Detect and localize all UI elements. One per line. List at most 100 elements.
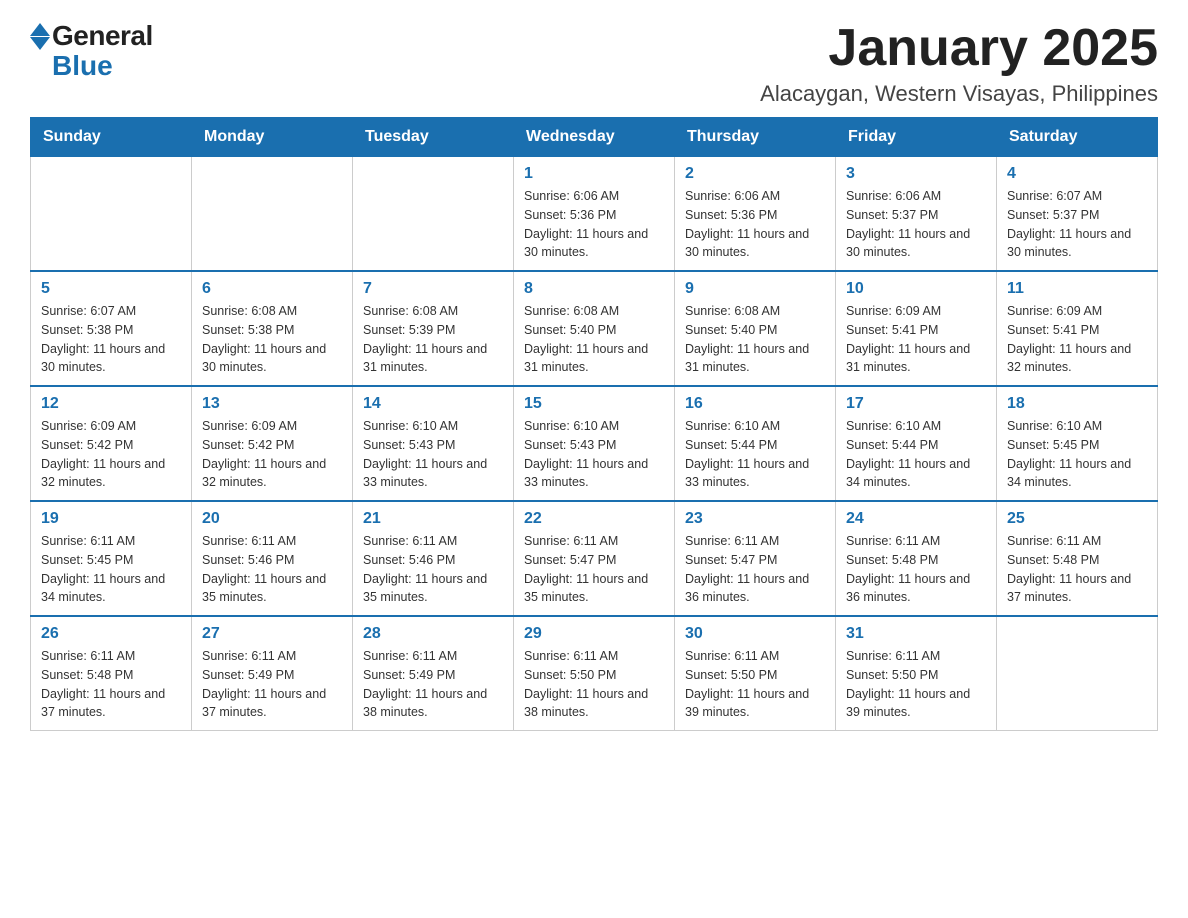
calendar-cell: 11Sunrise: 6:09 AM Sunset: 5:41 PM Dayli… — [997, 271, 1158, 386]
day-number: 19 — [41, 510, 181, 528]
day-number: 30 — [685, 625, 825, 643]
calendar-cell: 9 Sunrise: 6:08 AM Sunset: 5:40 PM Daylig… — [675, 271, 836, 386]
day-info: Sunrise: 6:08 AM Sunset: 5:38 PM Dayligh… — [202, 302, 342, 377]
calendar-cell: 24 Sunrise: 6:11 AM Sunset: 5:48 PM Dayli… — [836, 501, 997, 616]
day-number: 9 — [685, 280, 825, 298]
day-number: 3 — [846, 165, 986, 183]
calendar-cell: 13 Sunrise: 6:09 AM Sunset: 5:42 PM Dayli… — [192, 386, 353, 501]
day-number: 29 — [524, 625, 664, 643]
calendar-header-monday: Monday — [192, 118, 353, 157]
calendar-cell: 17 Sunrise: 6:10 AM Sunset: 5:44 PM Dayli… — [836, 386, 997, 501]
day-info: Sunrise: 6:08 AM Sunset: 5:40 PM Dayligh… — [685, 302, 825, 377]
day-number: 5 — [41, 280, 181, 298]
calendar-cell — [997, 616, 1158, 731]
logo-blue: Blue — [52, 50, 113, 82]
day-info: Sunrise: 6:10 AM Sunset: 5:44 PM Dayligh… — [685, 417, 825, 492]
day-info: Sunrise: 6:07 AM Sunset: 5:38 PM Dayligh… — [41, 302, 181, 377]
day-info: Sunrise: 6:11 AM Sunset: 5:48 PM Dayligh… — [846, 532, 986, 607]
calendar-week-row: 5 Sunrise: 6:07 AM Sunset: 5:38 PM Daylig… — [31, 271, 1158, 386]
logo: General Blue — [30, 20, 153, 82]
calendar-cell: 16 Sunrise: 6:10 AM Sunset: 5:44 PM Dayli… — [675, 386, 836, 501]
day-number: 6 — [202, 280, 342, 298]
day-info: Sunrise: 6:06 AM Sunset: 5:36 PM Dayligh… — [524, 187, 664, 262]
day-info: Sunrise: 6:08 AM Sunset: 5:40 PM Dayligh… — [524, 302, 664, 377]
calendar-week-row: 12Sunrise: 6:09 AM Sunset: 5:42 PM Dayli… — [31, 386, 1158, 501]
day-info: Sunrise: 6:11 AM Sunset: 5:50 PM Dayligh… — [685, 647, 825, 722]
calendar-header-friday: Friday — [836, 118, 997, 157]
day-info: Sunrise: 6:10 AM Sunset: 5:43 PM Dayligh… — [363, 417, 503, 492]
day-number: 28 — [363, 625, 503, 643]
day-info: Sunrise: 6:11 AM Sunset: 5:48 PM Dayligh… — [1007, 532, 1147, 607]
day-number: 22 — [524, 510, 664, 528]
day-number: 15 — [524, 395, 664, 413]
header: General Blue January 2025 Alacaygan, Wes… — [30, 20, 1158, 107]
day-info: Sunrise: 6:08 AM Sunset: 5:39 PM Dayligh… — [363, 302, 503, 377]
day-number: 4 — [1007, 165, 1147, 183]
day-info: Sunrise: 6:06 AM Sunset: 5:37 PM Dayligh… — [846, 187, 986, 262]
day-info: Sunrise: 6:10 AM Sunset: 5:43 PM Dayligh… — [524, 417, 664, 492]
calendar-cell: 15 Sunrise: 6:10 AM Sunset: 5:43 PM Dayli… — [514, 386, 675, 501]
calendar-cell — [353, 157, 514, 272]
day-info: Sunrise: 6:09 AM Sunset: 5:42 PM Dayligh… — [202, 417, 342, 492]
day-info: Sunrise: 6:10 AM Sunset: 5:44 PM Dayligh… — [846, 417, 986, 492]
calendar-week-row: 19Sunrise: 6:11 AM Sunset: 5:45 PM Dayli… — [31, 501, 1158, 616]
calendar-cell: 10Sunrise: 6:09 AM Sunset: 5:41 PM Dayli… — [836, 271, 997, 386]
calendar-header-saturday: Saturday — [997, 118, 1158, 157]
day-info: Sunrise: 6:09 AM Sunset: 5:42 PM Dayligh… — [41, 417, 181, 492]
calendar-cell: 26Sunrise: 6:11 AM Sunset: 5:48 PM Dayli… — [31, 616, 192, 731]
day-number: 21 — [363, 510, 503, 528]
day-number: 17 — [846, 395, 986, 413]
calendar-header-sunday: Sunday — [31, 118, 192, 157]
day-info: Sunrise: 6:11 AM Sunset: 5:50 PM Dayligh… — [524, 647, 664, 722]
calendar-cell: 7 Sunrise: 6:08 AM Sunset: 5:39 PM Daylig… — [353, 271, 514, 386]
day-number: 13 — [202, 395, 342, 413]
day-info: Sunrise: 6:11 AM Sunset: 5:49 PM Dayligh… — [363, 647, 503, 722]
calendar-cell: 20 Sunrise: 6:11 AM Sunset: 5:46 PM Dayli… — [192, 501, 353, 616]
calendar-week-row: 1Sunrise: 6:06 AM Sunset: 5:36 PM Daylig… — [31, 157, 1158, 272]
day-number: 27 — [202, 625, 342, 643]
day-info: Sunrise: 6:11 AM Sunset: 5:46 PM Dayligh… — [202, 532, 342, 607]
calendar-cell: 2 Sunrise: 6:06 AM Sunset: 5:36 PM Daylig… — [675, 157, 836, 272]
calendar-cell: 25Sunrise: 6:11 AM Sunset: 5:48 PM Dayli… — [997, 501, 1158, 616]
day-info: Sunrise: 6:11 AM Sunset: 5:47 PM Dayligh… — [685, 532, 825, 607]
calendar-cell: 28 Sunrise: 6:11 AM Sunset: 5:49 PM Dayli… — [353, 616, 514, 731]
day-number: 10 — [846, 280, 986, 298]
calendar-cell: 23 Sunrise: 6:11 AM Sunset: 5:47 PM Dayli… — [675, 501, 836, 616]
calendar-cell: 22Sunrise: 6:11 AM Sunset: 5:47 PM Dayli… — [514, 501, 675, 616]
day-info: Sunrise: 6:11 AM Sunset: 5:49 PM Dayligh… — [202, 647, 342, 722]
day-info: Sunrise: 6:11 AM Sunset: 5:48 PM Dayligh… — [41, 647, 181, 722]
day-number: 14 — [363, 395, 503, 413]
calendar-header-tuesday: Tuesday — [353, 118, 514, 157]
day-number: 2 — [685, 165, 825, 183]
calendar-cell: 4 Sunrise: 6:07 AM Sunset: 5:37 PM Daylig… — [997, 157, 1158, 272]
day-number: 23 — [685, 510, 825, 528]
day-number: 11 — [1007, 280, 1147, 298]
calendar-cell: 31Sunrise: 6:11 AM Sunset: 5:50 PM Dayli… — [836, 616, 997, 731]
logo-general: General — [52, 20, 153, 52]
calendar-week-row: 26Sunrise: 6:11 AM Sunset: 5:48 PM Dayli… — [31, 616, 1158, 731]
day-number: 16 — [685, 395, 825, 413]
day-number: 7 — [363, 280, 503, 298]
day-info: Sunrise: 6:07 AM Sunset: 5:37 PM Dayligh… — [1007, 187, 1147, 262]
day-info: Sunrise: 6:11 AM Sunset: 5:50 PM Dayligh… — [846, 647, 986, 722]
calendar-cell: 1Sunrise: 6:06 AM Sunset: 5:36 PM Daylig… — [514, 157, 675, 272]
day-number: 18 — [1007, 395, 1147, 413]
calendar-cell: 6 Sunrise: 6:08 AM Sunset: 5:38 PM Daylig… — [192, 271, 353, 386]
day-info: Sunrise: 6:10 AM Sunset: 5:45 PM Dayligh… — [1007, 417, 1147, 492]
day-info: Sunrise: 6:06 AM Sunset: 5:36 PM Dayligh… — [685, 187, 825, 262]
logo-icon — [30, 23, 50, 50]
calendar-cell: 21 Sunrise: 6:11 AM Sunset: 5:46 PM Dayli… — [353, 501, 514, 616]
day-number: 24 — [846, 510, 986, 528]
calendar-cell: 27 Sunrise: 6:11 AM Sunset: 5:49 PM Dayli… — [192, 616, 353, 731]
calendar-header-wednesday: Wednesday — [514, 118, 675, 157]
calendar-cell: 8Sunrise: 6:08 AM Sunset: 5:40 PM Daylig… — [514, 271, 675, 386]
calendar-cell: 19Sunrise: 6:11 AM Sunset: 5:45 PM Dayli… — [31, 501, 192, 616]
day-number: 20 — [202, 510, 342, 528]
day-info: Sunrise: 6:11 AM Sunset: 5:46 PM Dayligh… — [363, 532, 503, 607]
calendar-cell: 12Sunrise: 6:09 AM Sunset: 5:42 PM Dayli… — [31, 386, 192, 501]
calendar-cell — [31, 157, 192, 272]
calendar-header-thursday: Thursday — [675, 118, 836, 157]
calendar-cell: 14 Sunrise: 6:10 AM Sunset: 5:43 PM Dayli… — [353, 386, 514, 501]
calendar-cell: 3 Sunrise: 6:06 AM Sunset: 5:37 PM Daylig… — [836, 157, 997, 272]
calendar-cell: 5 Sunrise: 6:07 AM Sunset: 5:38 PM Daylig… — [31, 271, 192, 386]
